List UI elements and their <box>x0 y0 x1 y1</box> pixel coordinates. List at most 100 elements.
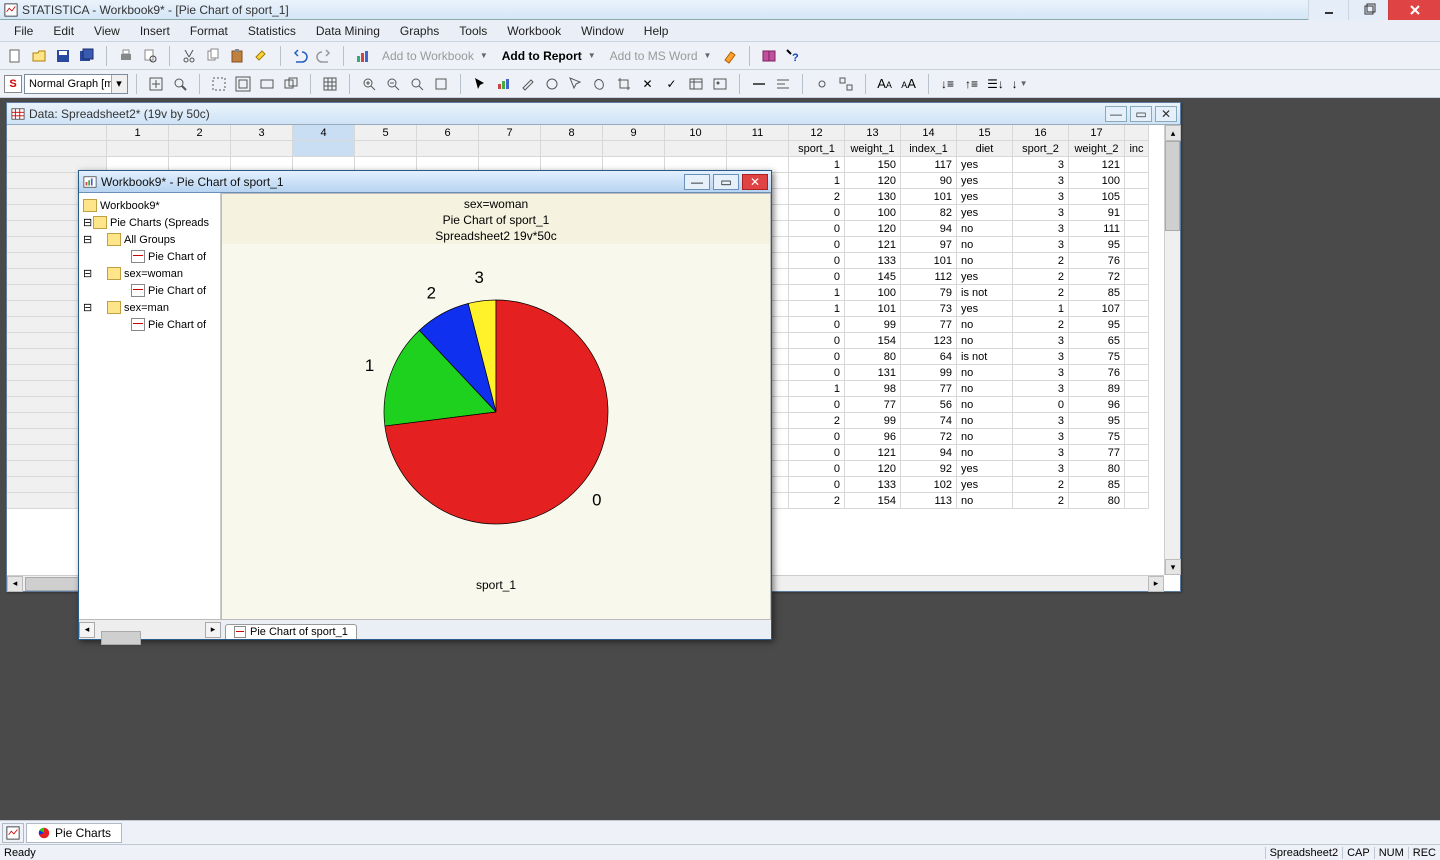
tree-folder-men[interactable]: ⊟sex=man <box>81 299 218 316</box>
zoom-in-button[interactable] <box>358 73 380 95</box>
mark-tool[interactable]: ✕ <box>637 73 659 95</box>
fit-window-button[interactable] <box>232 73 254 95</box>
open-button[interactable] <box>28 45 50 67</box>
more-button[interactable]: ↓▼ <box>1009 73 1031 95</box>
aspect-button[interactable] <box>256 73 278 95</box>
workbook-close-button[interactable]: ✕ <box>742 174 768 190</box>
graph-type-combo-value: Normal Graph [m... <box>29 78 123 90</box>
workbook-maximize-button[interactable]: ▭ <box>713 174 739 190</box>
undo-button[interactable] <box>289 45 311 67</box>
check-tool[interactable]: ✓ <box>661 73 683 95</box>
save-all-button[interactable] <box>76 45 98 67</box>
taskbar-piecharts-button[interactable]: Pie Charts <box>26 823 122 843</box>
window-close-button[interactable] <box>1388 0 1440 20</box>
app-titlebar: STATISTICA - Workbook9* - [Pie Chart of … <box>0 0 1440 20</box>
save-button[interactable] <box>52 45 74 67</box>
hline-button[interactable] <box>748 73 770 95</box>
new-button[interactable] <box>4 45 26 67</box>
zoom-tool-button[interactable] <box>169 73 191 95</box>
group-button[interactable] <box>835 73 857 95</box>
sort-desc-button[interactable]: ↑≡ <box>961 73 983 95</box>
menu-workbook[interactable]: Workbook <box>499 22 569 40</box>
fontsize-dec-button[interactable]: AA <box>898 73 920 95</box>
annotate-button[interactable] <box>541 73 563 95</box>
taskbar-app-button[interactable] <box>2 823 24 843</box>
pointer-tool[interactable] <box>469 73 491 95</box>
menu-insert[interactable]: Insert <box>132 22 178 40</box>
spreadsheet-close-button[interactable]: ✕ <box>1155 106 1177 122</box>
menu-file[interactable]: File <box>6 22 41 40</box>
menu-tools[interactable]: Tools <box>451 22 495 40</box>
spreadsheet-maximize-button[interactable]: ▭ <box>1130 106 1152 122</box>
workbook-minimize-button[interactable]: ― <box>684 174 710 190</box>
copy-button[interactable] <box>202 45 224 67</box>
workbook-tab-active[interactable]: Pie Chart of sport_1 <box>225 624 357 639</box>
menu-data-mining[interactable]: Data Mining <box>308 22 388 40</box>
zoom-actual-button[interactable] <box>145 73 167 95</box>
filter-button[interactable]: ☰↓ <box>985 73 1007 95</box>
tree-folder-allgroups[interactable]: ⊟All Groups <box>81 231 218 248</box>
status-ready: Ready <box>4 847 36 859</box>
paste-button[interactable] <box>226 45 248 67</box>
brush-tool[interactable] <box>493 73 515 95</box>
menu-view[interactable]: View <box>86 22 128 40</box>
spreadsheet-icon <box>11 107 25 121</box>
spreadsheet-vscroll[interactable]: ▴ ▾ <box>1164 125 1180 575</box>
dup-window-button[interactable] <box>280 73 302 95</box>
graph-data-button[interactable] <box>685 73 707 95</box>
sort-asc-button[interactable]: ↓≡ <box>937 73 959 95</box>
graph-type-combo[interactable]: Normal Graph [m... ▾ <box>24 74 128 94</box>
add-to-workbook-dropdown[interactable]: Add to Workbook▼ <box>376 49 494 63</box>
options-button[interactable] <box>719 45 741 67</box>
workbook-titlebar[interactable]: Workbook9* - Pie Chart of sport_1 ― ▭ ✕ <box>79 171 771 193</box>
context-help-button[interactable]: ? <box>782 45 804 67</box>
window-restore-button[interactable] <box>1348 0 1388 20</box>
menu-graphs[interactable]: Graphs <box>392 22 447 40</box>
menu-help[interactable]: Help <box>636 22 677 40</box>
tree-leaf-men[interactable]: Pie Chart of <box>81 316 218 333</box>
chart-wizard-button[interactable] <box>352 45 374 67</box>
status-rec: REC <box>1408 847 1440 859</box>
gridlines-button[interactable] <box>319 73 341 95</box>
print-preview-button[interactable] <box>139 45 161 67</box>
link-button[interactable] <box>811 73 833 95</box>
window-minimize-button[interactable] <box>1308 0 1348 20</box>
pan-button[interactable] <box>406 73 428 95</box>
redo-button[interactable] <box>313 45 335 67</box>
format-painter-button[interactable] <box>250 45 272 67</box>
add-to-msword-dropdown[interactable]: Add to MS Word▼ <box>604 49 718 63</box>
edit-graph-button[interactable] <box>517 73 539 95</box>
tree-folder-women[interactable]: ⊟sex=woman <box>81 265 218 282</box>
zoom-out-button[interactable] <box>382 73 404 95</box>
workbook-tree[interactable]: Workbook9* ⊟Pie Charts (Spreads ⊟All Gro… <box>79 193 221 639</box>
menu-edit[interactable]: Edit <box>45 22 82 40</box>
zoom-reset-button[interactable] <box>430 73 452 95</box>
help-book-button[interactable] <box>758 45 780 67</box>
graph-area[interactable]: sex=woman Pie Chart of sport_1 Spreadshe… <box>221 193 771 639</box>
tree-leaf-allgroups[interactable]: Pie Chart of <box>81 248 218 265</box>
tree-leaf-women[interactable]: Pie Chart of <box>81 282 218 299</box>
lasso-tool[interactable] <box>589 73 611 95</box>
fontsize-inc-button[interactable]: AA <box>874 73 896 95</box>
spreadsheet-minimize-button[interactable]: ― <box>1105 106 1127 122</box>
workbook-tab-label: Pie Chart of sport_1 <box>250 626 348 638</box>
tree-hscroll[interactable]: ◂▸ <box>79 619 221 639</box>
cut-button[interactable] <box>178 45 200 67</box>
image-button[interactable] <box>709 73 731 95</box>
tree-root[interactable]: Workbook9* <box>81 197 218 214</box>
align-group-button[interactable] <box>772 73 794 95</box>
menu-window[interactable]: Window <box>573 22 632 40</box>
tree-folder-piecharts[interactable]: ⊟Pie Charts (Spreads <box>81 214 218 231</box>
mdi-workspace: Data: Spreadsheet2* (19v by 50c) ― ▭ ✕ 1… <box>0 98 1440 820</box>
menu-statistics[interactable]: Statistics <box>240 22 304 40</box>
statusbar: Ready Spreadsheet2 CAP NUM REC <box>0 844 1440 860</box>
add-to-report-dropdown[interactable]: Add to Report▼ <box>496 49 602 63</box>
print-button[interactable] <box>115 45 137 67</box>
fit-button[interactable] <box>208 73 230 95</box>
select-tool[interactable] <box>565 73 587 95</box>
crop-tool[interactable] <box>613 73 635 95</box>
app-title: STATISTICA - Workbook9* - [Pie Chart of … <box>22 3 289 17</box>
chart-icon <box>234 626 246 638</box>
menu-format[interactable]: Format <box>182 22 236 40</box>
spreadsheet-titlebar[interactable]: Data: Spreadsheet2* (19v by 50c) ― ▭ ✕ <box>7 103 1180 125</box>
